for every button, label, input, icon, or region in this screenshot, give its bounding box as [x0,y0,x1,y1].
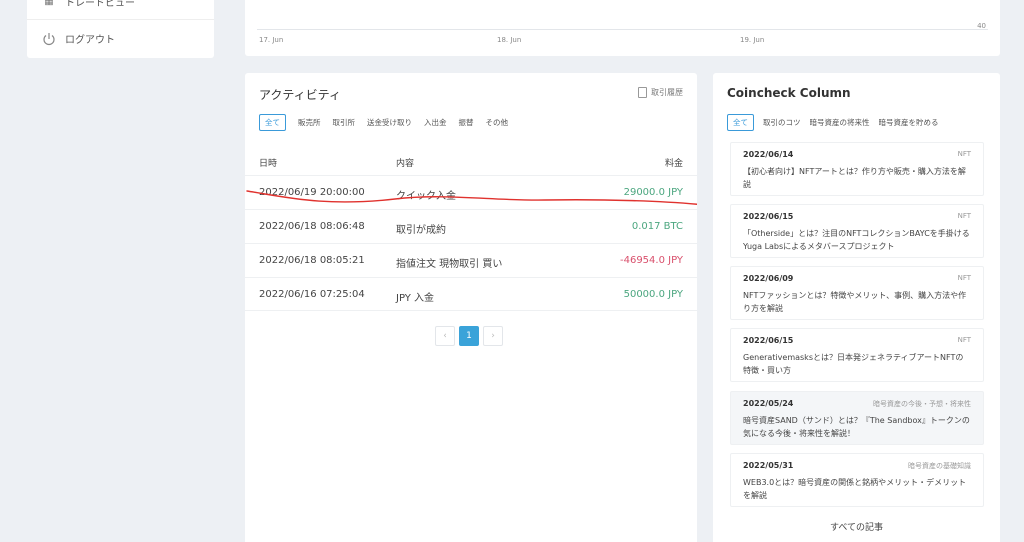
sidebar: ▦ トレードビュー ログアウト [27,0,214,58]
next-page-button[interactable]: › [483,326,503,346]
article-date: 2022/06/15 [743,212,794,221]
article-card[interactable]: 2022/06/15 NFT 「Otherside」とは？注目のNFTコレクショ… [730,204,984,258]
column-title: Coincheck Column [727,86,851,100]
article-date: 2022/06/14 [743,150,794,159]
page-1-button[interactable]: 1 [459,326,479,346]
article-title: 「Otherside」とは？注目のNFTコレクションBAYCを手掛けるYuga … [743,229,970,251]
article-date: 2022/06/09 [743,274,794,283]
article-card[interactable]: 2022/06/14 NFT 【初心者向け】NFTアートとは？作り方や販売・購入… [730,142,984,196]
article-date: 2022/05/31 [743,461,794,470]
article-date: 2022/05/24 [743,399,794,408]
tab-all[interactable]: 全て [727,114,754,131]
row-desc: JPY 入金 [396,293,435,304]
article-title: 【初心者向け】NFTアートとは？作り方や販売・購入方法を解説 [743,167,966,189]
chart-y-label: 40 [977,22,986,30]
article-category: NFT [957,274,971,282]
table-row[interactable]: 2022/06/18 08:05:21 指値注文 現物取引 買い -46954.… [245,243,697,277]
article-title: Generativemasksとは？日本発ジェネラティブアートNFTの特徴・買い… [743,353,964,375]
article-date: 2022/06/15 [743,336,794,345]
article-category: NFT [957,336,971,344]
column-tabs: 全て 取引のコツ 暗号資産の将来性 暗号資産を貯める [727,114,948,131]
article-title: 暗号資産SAND（サンド）とは？『The Sandbox』トークンの気になる今後… [743,416,970,438]
article-card[interactable]: 2022/06/15 NFT Generativemasksとは？日本発ジェネラ… [730,328,984,382]
row-fee: 50000.0 JPY [623,289,683,300]
all-articles-link[interactable]: すべての記事 [713,520,1000,533]
sidebar-item-label: ログアウト [65,35,115,46]
article-card[interactable]: 2022/05/24 暗号資産の今後・予想・将来性 暗号資産SAND（サンド）と… [730,391,984,445]
sidebar-item-label: トレードビュー [65,0,135,9]
chart-x-tick: 17. Jun [259,36,284,44]
red-underline-annotation [246,190,697,205]
article-title: WEB3.0とは？暗号資産の関係と銘柄やメリット・デメリットを解説 [743,478,967,500]
pagination: ‹ 1 › [435,326,503,346]
sidebar-item-tradeview[interactable]: ▦ トレードビュー [41,0,135,9]
article-title: NFTファッションとは？特徴やメリット、事例、購入方法や作り方を解説 [743,291,967,313]
price-chart: 17. Jun 18. Jun 19. Jun 40 [245,0,1000,56]
article-category: NFT [957,150,971,158]
article-category: 暗号資産の今後・予想・将来性 [873,400,971,408]
table-row[interactable]: 2022/06/16 07:25:04 JPY 入金 50000.0 JPY [245,277,697,311]
activity-panel: アクティビティ 取引履歴 全て 販売所 取引所 送金受け取り 入出金 振替 その… [245,73,697,542]
chart-icon: ▦ [44,0,54,7]
chart-x-axis [257,29,988,30]
row-fee: -46954.0 JPY [619,255,683,266]
sidebar-item-logout[interactable]: ログアウト [41,31,115,46]
power-icon [41,32,57,46]
article-card[interactable]: 2022/05/31 暗号資産の基礎知識 WEB3.0とは？暗号資産の関係と銘柄… [730,453,984,507]
article-card[interactable]: 2022/06/09 NFT NFTファッションとは？特徴やメリット、事例、購入… [730,266,984,320]
chart-x-tick: 18. Jun [497,36,522,44]
tab-trading-tips[interactable]: 取引のコツ [763,115,801,130]
chart-x-tick: 19. Jun [740,36,765,44]
tab-saving[interactable]: 暗号資産を貯める [879,115,939,130]
prev-page-button[interactable]: ‹ [435,326,455,346]
divider [27,19,214,20]
article-category: 暗号資産の基礎知識 [908,462,971,470]
column-panel: Coincheck Column 全て 取引のコツ 暗号資産の将来性 暗号資産を… [713,73,1000,542]
row-date: 2022/06/16 07:25:04 [259,289,365,300]
row-date: 2022/06/18 08:05:21 [259,255,365,266]
tab-future[interactable]: 暗号資産の将来性 [810,115,870,130]
row-desc: 指値注文 現物取引 買い [396,259,503,270]
article-category: NFT [957,212,971,220]
